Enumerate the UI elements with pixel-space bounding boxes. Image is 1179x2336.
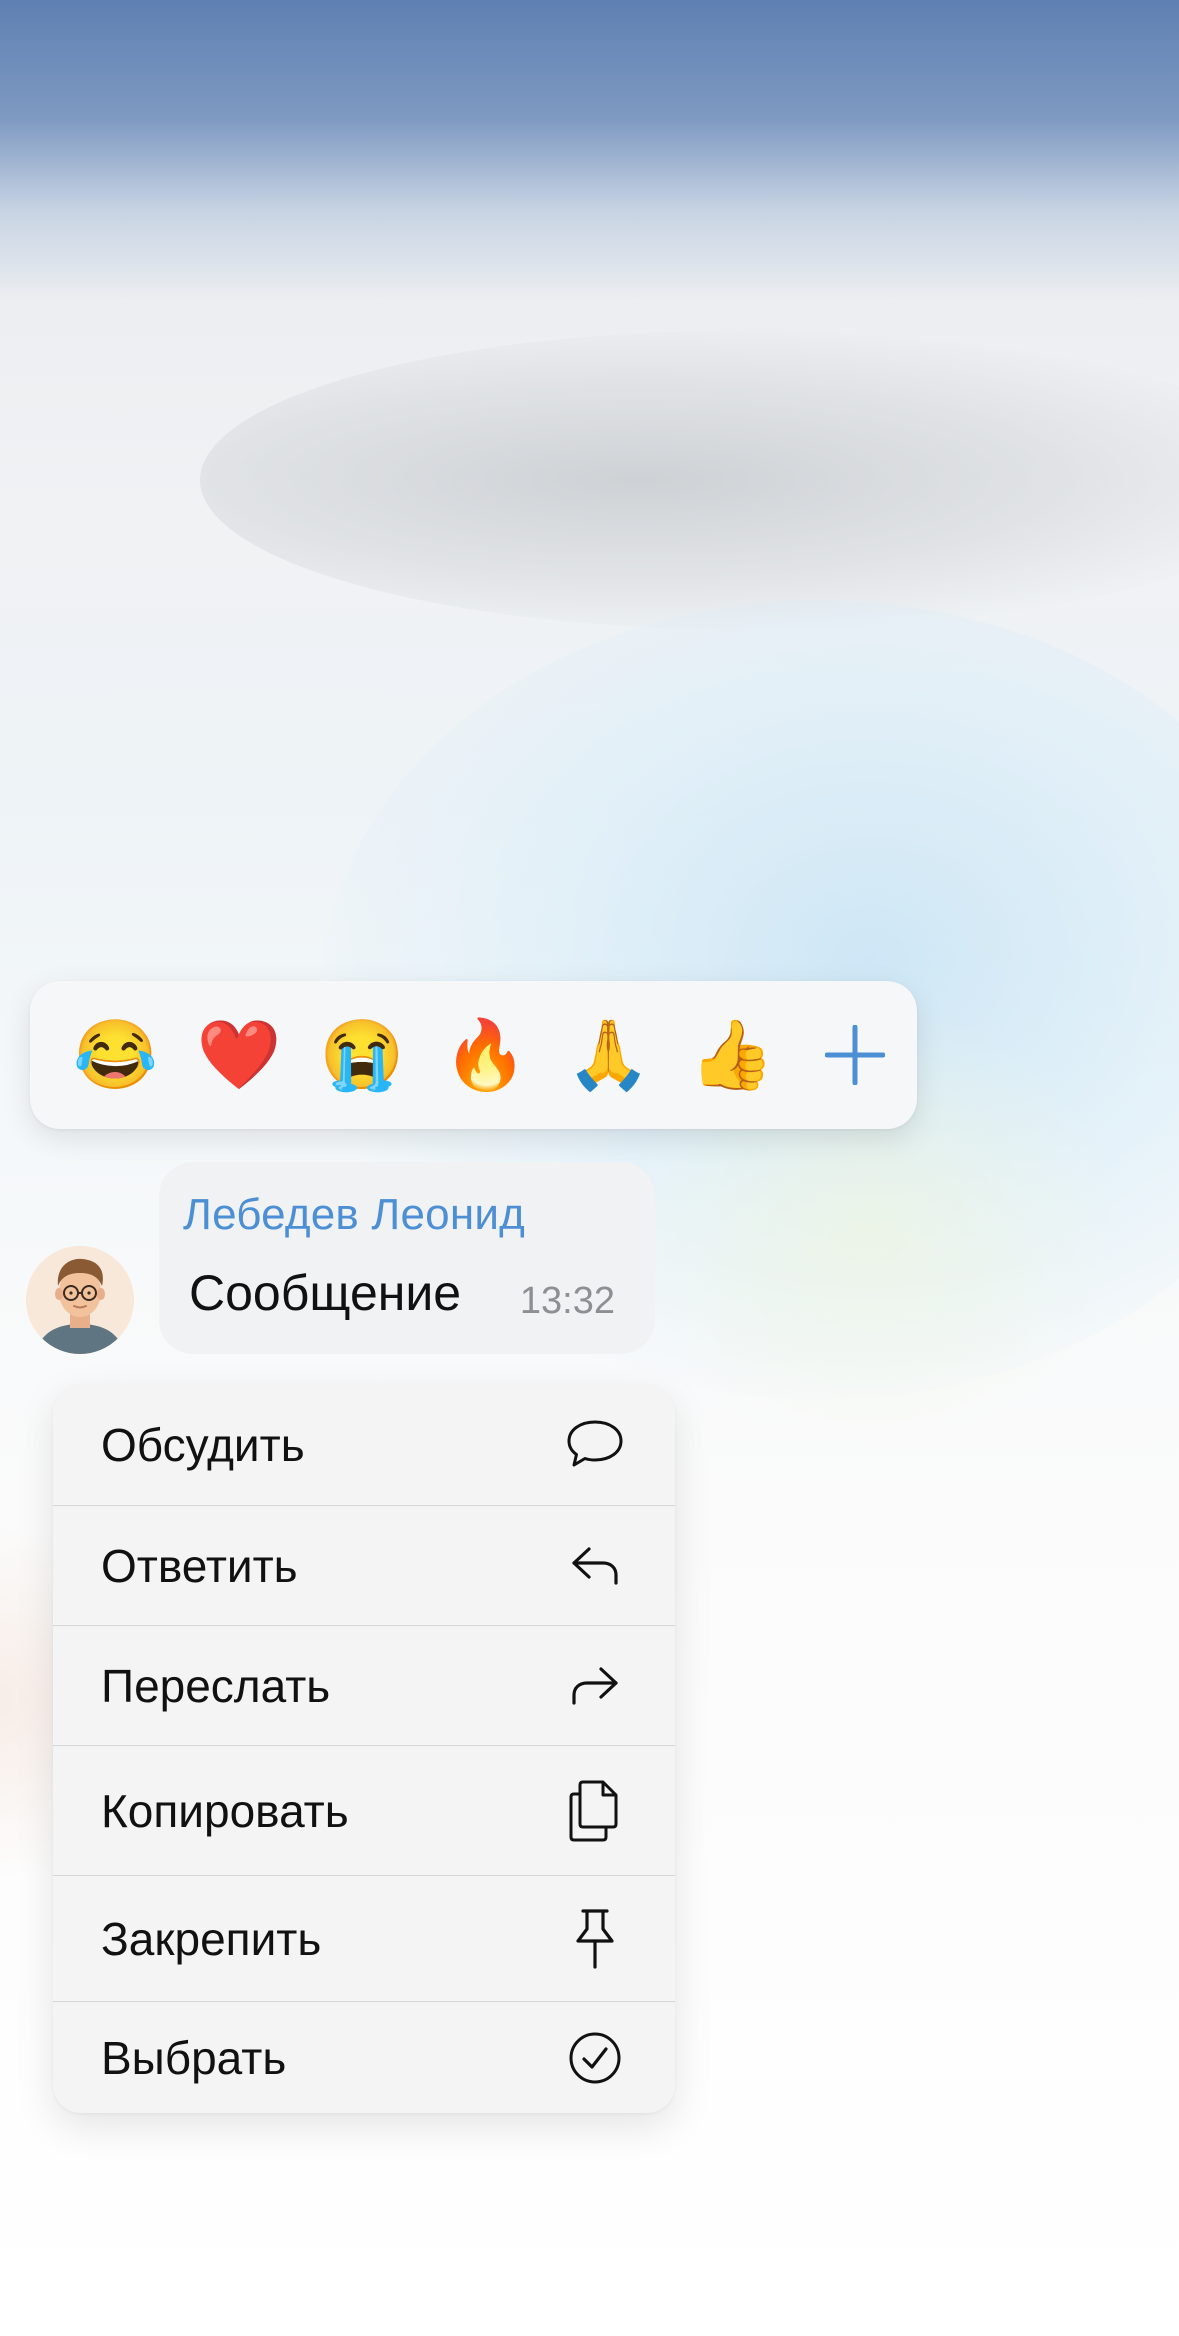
menu-item-reply[interactable]: Ответить xyxy=(53,1505,675,1625)
menu-item-pin[interactable]: Закрепить xyxy=(53,1875,675,2001)
menu-item-label: Копировать xyxy=(101,1784,349,1837)
message-text: Сообщение xyxy=(189,1265,462,1321)
menu-item-discuss[interactable]: Обсудить xyxy=(53,1385,675,1505)
sender-name[interactable]: Лебедев Леонид xyxy=(183,1190,525,1240)
avatar[interactable] xyxy=(26,1246,134,1354)
reaction-crying[interactable]: 😭 xyxy=(301,992,424,1118)
copy-documents-icon xyxy=(565,1780,625,1841)
reactions-bar: 😂 ❤️ 😭 🔥 🙏 👍 xyxy=(30,981,917,1129)
background-blur-gray xyxy=(200,330,1179,630)
avatar-illustration xyxy=(26,1246,134,1354)
menu-item-copy[interactable]: Копировать xyxy=(53,1745,675,1875)
reaction-fire[interactable]: 🔥 xyxy=(424,992,547,1118)
context-menu: Обсудить Ответить Переслать Копировать З… xyxy=(53,1385,675,2113)
checkmark-circle-icon xyxy=(565,2028,625,2088)
reaction-heart[interactable]: ❤️ xyxy=(177,992,300,1118)
menu-item-label: Обсудить xyxy=(101,1419,305,1471)
menu-item-label: Ответить xyxy=(101,1539,298,1592)
reaction-thumbs-up[interactable]: 👍 xyxy=(670,992,793,1118)
reaction-pray[interactable]: 🙏 xyxy=(547,992,670,1118)
menu-item-select[interactable]: Выбрать xyxy=(53,2001,675,2113)
menu-item-label: Выбрать xyxy=(101,2031,287,2084)
add-reaction-button[interactable] xyxy=(794,992,917,1118)
menu-item-label: Закрепить xyxy=(101,1912,322,1965)
plus-icon xyxy=(825,1025,886,1085)
pin-icon xyxy=(565,1908,625,1969)
reaction-laughing[interactable]: 😂 xyxy=(54,992,177,1118)
message-bubble[interactable]: Лебедев Леонид Сообщение 13:32 xyxy=(159,1162,655,1354)
menu-item-forward[interactable]: Переслать xyxy=(53,1625,675,1745)
reply-arrow-icon xyxy=(565,1536,625,1596)
speech-bubble-icon xyxy=(565,1415,625,1475)
forward-arrow-icon xyxy=(565,1656,625,1716)
menu-item-label: Переслать xyxy=(101,1659,331,1712)
message-time: 13:32 xyxy=(519,1280,615,1322)
